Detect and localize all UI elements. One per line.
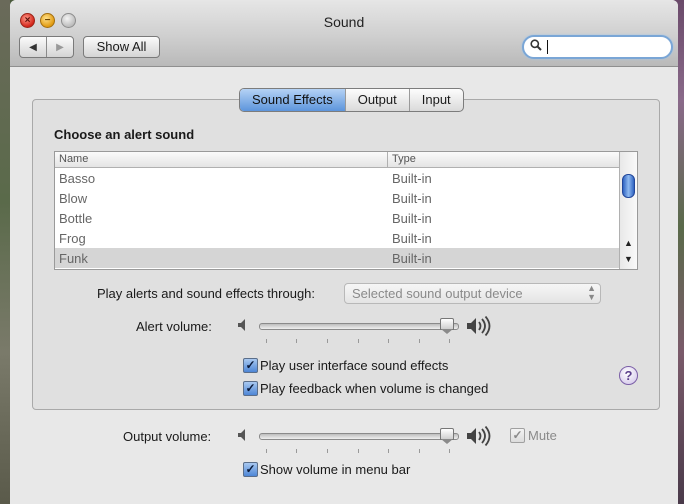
tab-input[interactable]: Input xyxy=(410,89,463,111)
forward-arrow-icon: ▶ xyxy=(56,41,64,53)
sound-name: Funk xyxy=(59,251,88,266)
column-header-type[interactable]: Type xyxy=(387,152,416,167)
play-through-label: Play alerts and sound effects through: xyxy=(97,286,316,301)
alert-volume-label: Alert volume: xyxy=(136,319,212,334)
window-title: Sound xyxy=(323,14,365,30)
feedback-checkbox[interactable]: ✓ xyxy=(243,381,258,396)
checkmark-icon: ✓ xyxy=(245,462,256,476)
table-row[interactable]: Blow Built-in xyxy=(55,188,619,208)
menu-bar-volume-label: Show volume in menu bar xyxy=(260,462,411,477)
sound-type: Built-in xyxy=(392,251,432,266)
sound-name: Frog xyxy=(59,231,86,246)
alert-sound-heading: Choose an alert sound xyxy=(54,127,195,142)
alert-volume-ticks xyxy=(266,339,450,344)
table-scrollbar[interactable]: ▲ ▼ xyxy=(619,152,637,269)
speaker-low-icon xyxy=(237,318,249,335)
feedback-label: Play feedback when volume is changed xyxy=(260,381,489,396)
scrollbar-thumb[interactable] xyxy=(622,174,635,198)
output-device-value: Selected sound output device xyxy=(352,286,523,301)
desktop-background-left xyxy=(0,0,10,504)
speaker-high-icon xyxy=(466,315,494,341)
tab-sound-effects[interactable]: Sound Effects xyxy=(240,89,346,111)
alert-sound-table: Name Type Basso Built-in Blow Built-in Bot… xyxy=(54,151,638,270)
help-button[interactable]: ? xyxy=(619,366,638,385)
sound-preferences-window: × − Sound ◀ ▶ Show All Sound Effects Out… xyxy=(10,0,678,504)
text-cursor xyxy=(547,40,548,54)
back-arrow-icon: ◀ xyxy=(29,41,37,53)
window-toolbar: × − Sound ◀ ▶ Show All xyxy=(10,0,678,67)
sound-name: Blow xyxy=(59,191,88,206)
search-icon xyxy=(530,39,542,54)
menu-bar-volume-checkbox[interactable]: ✓ xyxy=(243,462,258,477)
scroll-down-arrow-icon[interactable]: ▼ xyxy=(624,254,633,264)
back-button[interactable]: ◀ xyxy=(20,37,47,57)
table-rows: Basso Built-in Blow Built-in Bottle Built-i… xyxy=(55,168,619,268)
checkmark-icon: ✓ xyxy=(245,381,256,395)
table-row[interactable]: Basso Built-in xyxy=(55,168,619,188)
speaker-high-icon xyxy=(466,425,494,451)
output-volume-slider[interactable] xyxy=(259,433,459,440)
speaker-low-icon xyxy=(237,428,249,445)
sound-name: Bottle xyxy=(59,211,93,226)
ui-sounds-label: Play user interface sound effects xyxy=(260,358,449,373)
column-header-name[interactable]: Name xyxy=(59,153,88,165)
sound-type: Built-in xyxy=(392,191,432,206)
help-icon: ? xyxy=(624,368,633,383)
output-volume-knob[interactable] xyxy=(440,428,455,444)
sound-type: Built-in xyxy=(392,211,432,226)
checkmark-icon: ✓ xyxy=(245,358,256,372)
tab-output[interactable]: Output xyxy=(346,89,410,111)
output-volume-ticks xyxy=(266,449,450,454)
mute-checkbox[interactable]: ✓ xyxy=(510,428,525,443)
mute-label: Mute xyxy=(528,428,557,443)
show-all-button[interactable]: Show All xyxy=(83,36,160,58)
scroll-up-arrow-icon[interactable]: ▲ xyxy=(624,238,633,248)
alert-volume-slider[interactable] xyxy=(259,323,459,330)
alert-volume-knob[interactable] xyxy=(440,318,455,334)
output-device-select[interactable]: Selected sound output device ▲ ▼ xyxy=(344,283,601,304)
updown-arrows-icon: ▲ ▼ xyxy=(587,283,596,302)
search-field[interactable] xyxy=(522,35,673,59)
table-row-selected[interactable]: Funk Built-in xyxy=(55,248,619,268)
ui-sounds-checkbox[interactable]: ✓ xyxy=(243,358,258,373)
sound-name: Basso xyxy=(59,171,96,186)
sound-type: Built-in xyxy=(392,171,432,186)
table-row[interactable]: Bottle Built-in xyxy=(55,208,619,228)
table-header: Name Type xyxy=(55,152,619,168)
tab-bar: Sound Effects Output Input xyxy=(239,88,464,112)
table-row[interactable]: Frog Built-in xyxy=(55,228,619,248)
sound-type: Built-in xyxy=(392,231,432,246)
output-volume-label: Output volume: xyxy=(123,429,212,444)
checkmark-icon: ✓ xyxy=(512,428,523,442)
navigation-buttons: ◀ ▶ xyxy=(19,36,74,58)
forward-button[interactable]: ▶ xyxy=(47,37,73,57)
